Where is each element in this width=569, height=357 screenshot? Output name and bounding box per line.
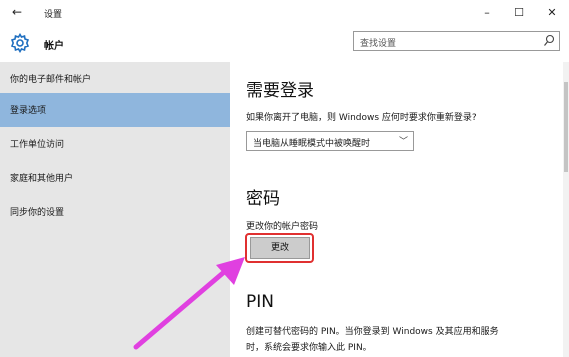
title-bar: ← 设置 – ☐ ✕ (0, 0, 569, 26)
require-signin-question: 如果你离开了电脑，则 Windows 应何时要求你重新登录? (246, 113, 477, 123)
close-button[interactable]: ✕ (541, 4, 563, 22)
sidebar-item-label: 登录选项 (10, 106, 47, 116)
pin-heading: PIN (246, 292, 274, 312)
minimize-button[interactable]: – (476, 4, 498, 22)
annotation-arrow-icon (133, 257, 245, 350)
window-title: 设置 (44, 10, 63, 20)
sidebar-item-sync-settings[interactable]: 同步你的设置 (0, 195, 230, 229)
sidebar-item-work-access[interactable]: 工作单位访问 (0, 127, 230, 161)
password-heading: 密码 (246, 189, 280, 209)
sidebar-item-family-users[interactable]: 家庭和其他用户 (0, 161, 230, 195)
chevron-down-icon: ﹀ (398, 137, 408, 147)
sidebar-item-label: 家庭和其他用户 (10, 174, 74, 184)
page-header: 帐户 查找设置 (0, 26, 569, 62)
require-signin-dropdown[interactable]: 当电脑从睡眠模式中被唤醒时 ﹀ (246, 131, 414, 151)
back-arrow-icon[interactable]: ← (12, 5, 22, 19)
maximize-button[interactable]: ☐ (508, 4, 530, 22)
scrollbar[interactable] (563, 62, 569, 357)
search-input[interactable]: 查找设置 (353, 31, 560, 51)
sidebar-item-label: 工作单位访问 (10, 140, 65, 150)
pin-description-line1: 创建可替代密码的 PIN。当你登录到 Windows 及其应用和服务 (246, 327, 499, 337)
search-icon (544, 34, 555, 46)
password-description: 更改你的帐户密码 (246, 222, 319, 232)
sidebar-item-email-accounts[interactable]: 你的电子邮件和帐户 (0, 62, 230, 96)
sidebar-item-label: 同步你的设置 (10, 208, 65, 218)
section-title: 帐户 (44, 41, 64, 52)
require-signin-heading: 需要登录 (246, 81, 314, 101)
change-password-button[interactable]: 更改 (250, 237, 310, 259)
dropdown-value: 当电脑从睡眠模式中被唤醒时 (253, 139, 371, 149)
gear-icon (10, 33, 30, 53)
main-content (230, 62, 569, 357)
pin-description-line2: 时，系统会要求你输入此 PIN。 (246, 343, 372, 353)
search-placeholder: 查找设置 (360, 39, 397, 49)
scrollbar-thumb[interactable] (564, 82, 568, 172)
sidebar-item-sign-in-options[interactable]: 登录选项 (0, 93, 230, 127)
sidebar-item-label: 你的电子邮件和帐户 (10, 75, 92, 85)
